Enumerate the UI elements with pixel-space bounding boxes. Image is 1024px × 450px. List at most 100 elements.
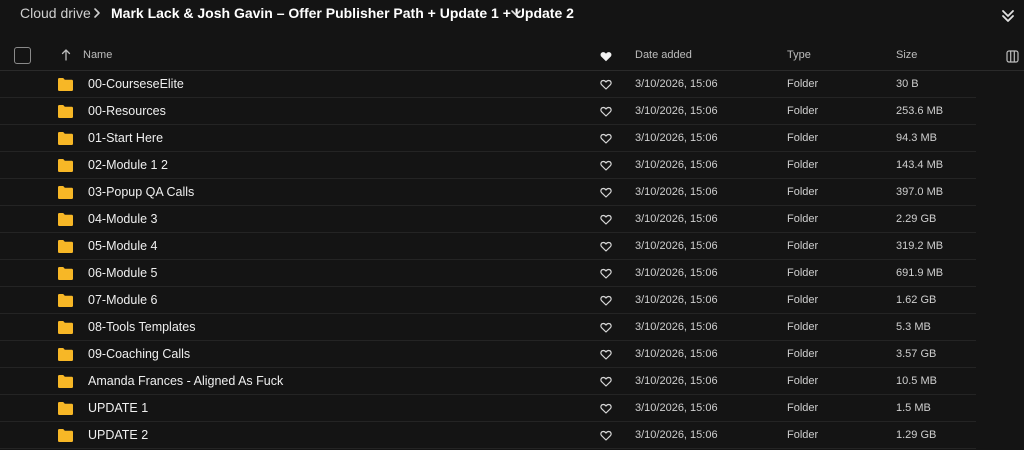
heart-icon[interactable] — [600, 322, 612, 333]
folder-name[interactable]: 00-Resources — [88, 104, 166, 118]
breadcrumb-current: Mark Lack & Josh Gavin – Offer Publisher… — [111, 5, 574, 21]
table-row[interactable]: 08-Tools Templates 3/10/2026, 15:06 Folder… — [0, 314, 1024, 341]
table-row[interactable]: UPDATE 2 3/10/2026, 15:06 Folder 1.29 GB — [0, 422, 1024, 449]
heart-icon[interactable] — [600, 106, 612, 117]
date-added: 3/10/2026, 15:06 — [635, 429, 718, 441]
heart-icon[interactable] — [600, 214, 612, 225]
heart-icon[interactable] — [600, 376, 612, 387]
select-all-checkbox[interactable] — [14, 47, 31, 64]
column-header-name[interactable]: Name — [83, 49, 112, 61]
folder-name[interactable]: UPDATE 1 — [88, 401, 148, 415]
table-row[interactable]: 05-Module 4 3/10/2026, 15:06 Folder 319.2 M… — [0, 233, 1024, 260]
item-size: 691.9 MB — [896, 267, 944, 279]
folder-icon — [58, 78, 73, 91]
table-row[interactable]: 00-CourseseElite 3/10/2026, 15:06 Folder 30… — [0, 71, 1024, 98]
table-row[interactable]: 06-Module 5 3/10/2026, 15:06 Folder 691.9 M… — [0, 260, 1024, 287]
folder-name[interactable]: 01-Start Here — [88, 131, 163, 145]
table-header: Name Date added Type Size — [0, 43, 1024, 71]
folder-icon — [58, 186, 73, 199]
table-row[interactable]: 02-Module 1 2 3/10/2026, 15:06 Folder 143.4… — [0, 152, 1024, 179]
chevron-right-icon — [94, 8, 100, 18]
column-header-type[interactable]: Type — [787, 49, 811, 61]
heart-icon[interactable] — [600, 349, 612, 360]
table-row[interactable]: 01-Start Here 3/10/2026, 15:06 Folder 94.3 … — [0, 125, 1024, 152]
item-type: Folder — [787, 78, 819, 90]
columns-icon[interactable] — [1006, 50, 1019, 63]
folder-icon — [58, 159, 73, 172]
heart-icon[interactable] — [600, 295, 612, 306]
date-added: 3/10/2026, 15:06 — [635, 186, 718, 198]
item-type: Folder — [787, 267, 819, 279]
item-type: Folder — [787, 294, 819, 306]
date-added: 3/10/2026, 15:06 — [635, 132, 718, 144]
folder-name[interactable]: 08-Tools Templates — [88, 320, 195, 334]
item-size: 1.5 MB — [896, 402, 931, 414]
double-chevron-down-icon[interactable] — [998, 6, 1018, 26]
item-size: 1.29 GB — [896, 429, 937, 441]
date-added: 3/10/2026, 15:06 — [635, 321, 718, 333]
folder-icon — [58, 132, 73, 145]
date-added: 3/10/2026, 15:06 — [635, 267, 718, 279]
top-bar: Cloud drive Mark Lack & Josh Gavin – Off… — [0, 0, 1024, 34]
sort-ascending-icon[interactable] — [61, 49, 71, 61]
item-size: 2.29 GB — [896, 213, 937, 225]
table-row[interactable]: 04-Module 3 3/10/2026, 15:06 Folder 2.29 GB — [0, 206, 1024, 233]
folder-name[interactable]: 07-Module 6 — [88, 293, 158, 307]
file-list: 00-CourseseElite 3/10/2026, 15:06 Folder 30… — [0, 71, 1024, 449]
folder-name[interactable]: 00-CourseseElite — [88, 77, 184, 91]
folder-icon — [58, 429, 73, 442]
folder-icon — [58, 240, 73, 253]
table-row[interactable]: 09-Coaching Calls 3/10/2026, 15:06 Folder 3… — [0, 341, 1024, 368]
heart-icon[interactable] — [600, 133, 612, 144]
item-size: 1.62 GB — [896, 294, 937, 306]
folder-name[interactable]: 04-Module 3 — [88, 212, 158, 226]
item-type: Folder — [787, 348, 819, 360]
heart-icon[interactable] — [600, 51, 612, 62]
column-header-size[interactable]: Size — [896, 49, 917, 61]
folder-icon — [58, 321, 73, 334]
folder-name[interactable]: 09-Coaching Calls — [88, 347, 190, 361]
item-size: 143.4 MB — [896, 159, 944, 171]
heart-icon[interactable] — [600, 430, 612, 441]
date-added: 3/10/2026, 15:06 — [635, 213, 718, 225]
table-row[interactable]: UPDATE 1 3/10/2026, 15:06 Folder 1.5 MB — [0, 395, 1024, 422]
table-row[interactable]: 03-Popup QA Calls 3/10/2026, 15:06 Folder 3… — [0, 179, 1024, 206]
folder-icon — [58, 105, 73, 118]
folder-icon — [58, 348, 73, 361]
item-size: 10.5 MB — [896, 375, 937, 387]
heart-icon[interactable] — [600, 79, 612, 90]
heart-icon[interactable] — [600, 187, 612, 198]
folder-name[interactable]: 05-Module 4 — [88, 239, 158, 253]
item-type: Folder — [787, 240, 819, 252]
column-header-date[interactable]: Date added — [635, 49, 692, 61]
folder-name[interactable]: Amanda Frances - Aligned As Fuck — [88, 374, 283, 388]
item-size: 253.6 MB — [896, 105, 944, 117]
table-row[interactable]: 07-Module 6 3/10/2026, 15:06 Folder 1.62 GB — [0, 287, 1024, 314]
heart-icon[interactable] — [600, 268, 612, 279]
chevron-down-icon[interactable] — [508, 5, 524, 21]
folder-icon — [58, 213, 73, 226]
folder-name[interactable]: 02-Module 1 2 — [88, 158, 168, 172]
folder-name[interactable]: UPDATE 2 — [88, 428, 148, 442]
date-added: 3/10/2026, 15:06 — [635, 375, 718, 387]
folder-name[interactable]: 03-Popup QA Calls — [88, 185, 194, 199]
item-size: 94.3 MB — [896, 132, 937, 144]
item-size: 5.3 MB — [896, 321, 931, 333]
table-row[interactable]: Amanda Frances - Aligned As Fuck 3/10/202… — [0, 368, 1024, 395]
table-row[interactable]: 00-Resources 3/10/2026, 15:06 Folder 253.6 … — [0, 98, 1024, 125]
heart-icon[interactable] — [600, 160, 612, 171]
heart-icon[interactable] — [600, 403, 612, 414]
folder-icon — [58, 375, 73, 388]
item-type: Folder — [787, 402, 819, 414]
date-added: 3/10/2026, 15:06 — [635, 402, 718, 414]
heart-icon[interactable] — [600, 241, 612, 252]
folder-icon — [58, 267, 73, 280]
folder-name[interactable]: 06-Module 5 — [88, 266, 158, 280]
date-added: 3/10/2026, 15:06 — [635, 78, 718, 90]
item-type: Folder — [787, 159, 819, 171]
item-type: Folder — [787, 186, 819, 198]
item-type: Folder — [787, 132, 819, 144]
item-size: 3.57 GB — [896, 348, 937, 360]
breadcrumb-root[interactable]: Cloud drive — [20, 5, 91, 21]
item-size: 319.2 MB — [896, 240, 944, 252]
